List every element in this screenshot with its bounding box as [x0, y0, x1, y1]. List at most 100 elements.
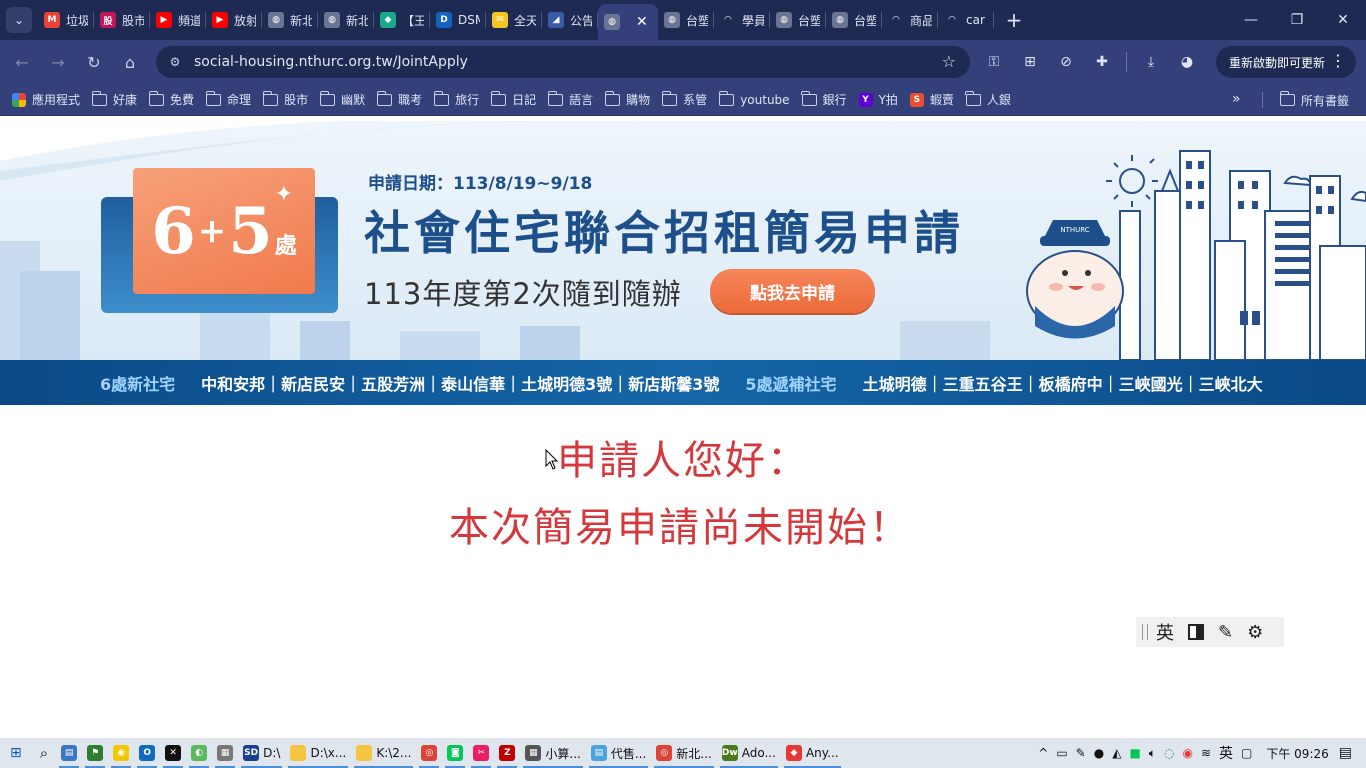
puzzle-icon[interactable]: ✚	[1088, 48, 1116, 76]
bookmark-item[interactable]: 日記	[490, 90, 536, 108]
browser-tab[interactable]: 股股市	[94, 0, 150, 40]
browser-tab[interactable]: ◆ 【王	[374, 0, 430, 40]
bookmark-item[interactable]: S 蝦賣	[909, 91, 954, 108]
close-tab-icon[interactable]: ✕	[636, 14, 648, 30]
restore-button[interactable]: ❐	[1274, 0, 1320, 40]
bookmark-item[interactable]: youtube	[718, 90, 790, 107]
taskbar-app[interactable]: ◐	[186, 738, 212, 768]
ime-settings-icon[interactable]: ⚙	[1247, 622, 1263, 643]
bookmark-item[interactable]: 應用程式	[12, 91, 80, 108]
update-restart-button[interactable]: 重新啟動即可更新 ⋮	[1216, 46, 1356, 78]
battery-icon[interactable]: ▭	[1056, 746, 1067, 760]
translate-extension-icon[interactable]: ⊞	[1016, 48, 1044, 76]
taskbar-app[interactable]: ✂	[468, 738, 494, 768]
tray-ime-indicator[interactable]: 英	[1219, 743, 1233, 763]
taskbar-app[interactable]: K:\2...	[351, 738, 416, 768]
bookmark-item[interactable]: 購物	[604, 90, 650, 108]
browser-tab[interactable]: ◠ car	[938, 0, 994, 40]
browser-tab[interactable]: ▶ 頻道	[150, 0, 206, 40]
browser-tab[interactable]: ◍ 台塑	[770, 0, 826, 40]
browser-tab[interactable]: ✉ 全天	[486, 0, 542, 40]
acrobat-tray-icon[interactable]: ◭	[1112, 746, 1121, 760]
bookmark-item[interactable]: 幽默	[319, 90, 365, 108]
taskbar-app[interactable]: ▤ 代售...	[586, 738, 651, 768]
taskbar-app[interactable]: ⚑	[82, 738, 108, 768]
password-manager-icon[interactable]: ⚿	[980, 48, 1008, 76]
bookmark-item[interactable]: 旅行	[433, 90, 479, 108]
bookmark-item[interactable]: 職考	[376, 90, 422, 108]
new-tab-button[interactable]: +	[1000, 6, 1028, 34]
sync-icon[interactable]: ◌	[1164, 746, 1174, 760]
show-hidden-icons[interactable]: ^	[1038, 746, 1048, 760]
ime-drag-handle[interactable]	[1142, 624, 1148, 640]
browser-tab[interactable]: ◢ 公告	[542, 0, 598, 40]
bookmark-item[interactable]: 人銀	[965, 90, 1011, 108]
bookmark-item[interactable]: 語言	[547, 90, 593, 108]
reload-button[interactable]: ↻	[76, 44, 112, 80]
line-tray-icon[interactable]: ■	[1129, 746, 1140, 760]
taskbar-app[interactable]: ✕	[160, 738, 186, 768]
taskbar-app[interactable]: ◆ Any...	[781, 738, 844, 768]
notification-icon[interactable]: ▤	[1339, 745, 1352, 761]
download-icon[interactable]: ⤓	[1137, 48, 1165, 76]
browser-tab[interactable]: ▶ 放射	[206, 0, 262, 40]
input-switch-icon[interactable]: ▢	[1241, 746, 1252, 760]
bookmark-item[interactable]: 命理	[205, 90, 251, 108]
browser-tab[interactable]: ◍ 新北	[318, 0, 374, 40]
folder-icon	[376, 90, 393, 106]
all-bookmarks-button[interactable]: 所有書籤	[1262, 84, 1349, 116]
bookmark-star-icon[interactable]: ☆	[942, 52, 956, 71]
wifi-icon[interactable]: ≋	[1201, 746, 1211, 760]
site-info-icon[interactable]: ⚙	[164, 51, 186, 73]
clock[interactable]: 下午 09:26	[1266, 745, 1328, 762]
forward-button[interactable]: →	[40, 44, 76, 80]
browser-tab[interactable]: ◍ 台塑	[658, 0, 714, 40]
taskbar-app[interactable]: ◉	[108, 738, 134, 768]
app-tray-icon[interactable]: ◉	[1182, 746, 1192, 760]
browser-tab[interactable]: D DSM	[430, 0, 486, 40]
bookmark-item[interactable]: Y Y拍	[858, 91, 898, 108]
pen-icon[interactable]: ✎	[1076, 746, 1086, 760]
bookmark-item[interactable]: 股市	[262, 90, 308, 108]
apply-now-button[interactable]: 點我去申請	[710, 269, 875, 313]
taskbar-app[interactable]: ◙	[442, 738, 468, 768]
taskbar-app[interactable]: ▦ 小算...	[520, 738, 585, 768]
taskbar-app[interactable]: ▤	[56, 738, 82, 768]
bookmark-item[interactable]: 免費	[148, 90, 194, 108]
tab-search-button[interactable]: ⌄	[6, 7, 32, 33]
compass-extension-icon[interactable]: ⊘	[1052, 48, 1080, 76]
bookmark-item[interactable]: 好康	[91, 90, 137, 108]
ime-tools-icon[interactable]: ✎	[1218, 622, 1233, 643]
close-window-button[interactable]: ✕	[1320, 0, 1366, 40]
minimize-button[interactable]: —	[1228, 0, 1274, 40]
start-button[interactable]: ⊞	[0, 738, 32, 768]
address-url[interactable]: social-housing.nthurc.org.tw/JointApply	[194, 54, 468, 70]
browser-tab[interactable]: M 垃圾	[38, 0, 94, 40]
address-bar[interactable]: ⚙ social-housing.nthurc.org.tw/JointAppl…	[156, 46, 970, 78]
home-button[interactable]: ⌂	[112, 44, 148, 80]
browser-tab[interactable]: ◍ 新北	[262, 0, 318, 40]
volume-icon[interactable]: 🔈︎	[1149, 746, 1156, 761]
taskbar-app[interactable]: Z	[494, 738, 520, 768]
bookmark-item[interactable]: 銀行	[801, 90, 847, 108]
taskbar-app[interactable]: Dw Ado...	[717, 738, 781, 768]
taskbar-app[interactable]: SD D:\	[238, 738, 285, 768]
browser-tab[interactable]: ◠ 學員	[714, 0, 770, 40]
ime-mode-toggle[interactable]: 英	[1156, 619, 1174, 645]
profile-avatar-icon[interactable]: ◕	[1173, 48, 1201, 76]
taskbar-app[interactable]: D:\x...	[285, 738, 351, 768]
chat-icon[interactable]: ●	[1094, 746, 1104, 760]
menu-dots-icon[interactable]: ⋮	[1330, 51, 1346, 70]
browser-tab[interactable]: ◍ 台塑	[826, 0, 882, 40]
taskbar-app[interactable]: ◎	[416, 738, 442, 768]
search-button[interactable]: ⌕	[32, 738, 56, 768]
browser-tab[interactable]: ◠ 商品	[882, 0, 938, 40]
bookmark-item[interactable]: 系管	[661, 90, 707, 108]
active-tab[interactable]: ◍ ✕	[598, 4, 658, 40]
taskbar-app[interactable]: O	[134, 738, 160, 768]
half-width-icon[interactable]	[1188, 624, 1204, 640]
back-button[interactable]: ←	[4, 44, 40, 80]
taskbar-app[interactable]: ◎ 新北...	[651, 738, 716, 768]
taskbar-app[interactable]: ▦	[212, 738, 238, 768]
bookmarks-overflow-icon[interactable]: »	[1232, 91, 1241, 107]
